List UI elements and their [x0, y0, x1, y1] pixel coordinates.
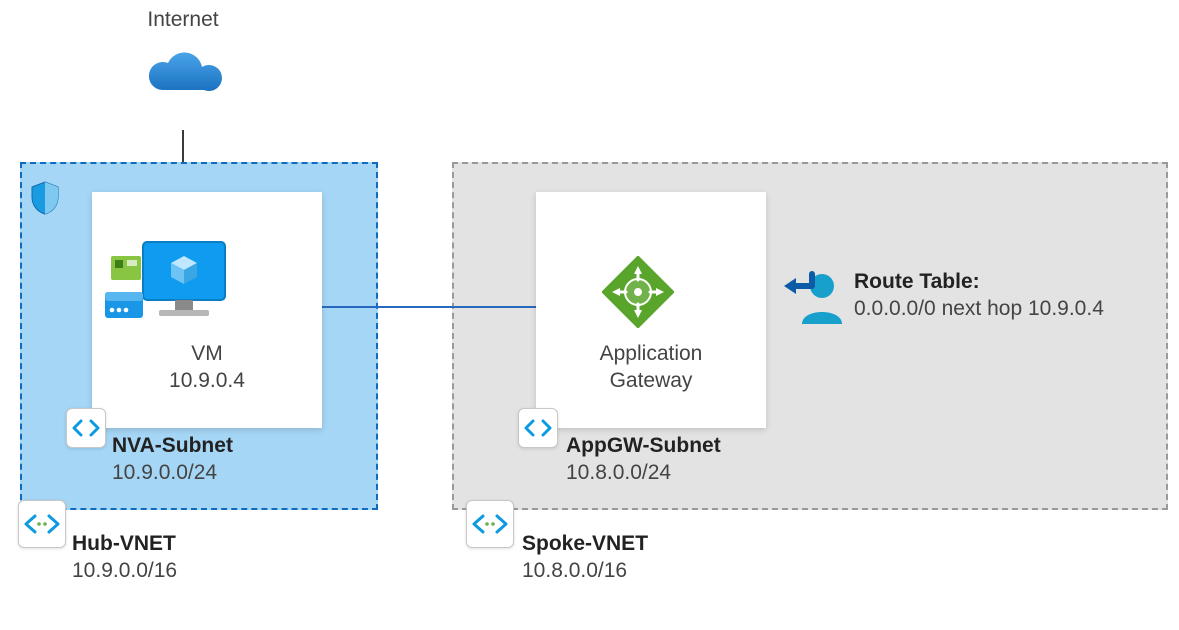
shield-icon: [30, 180, 60, 216]
route-table-title: Route Table:: [854, 268, 1104, 295]
hub-vnet-label: Hub-VNET 10.9.0.0/16: [72, 530, 177, 585]
spoke-vnet-cidr: 10.8.0.0/16: [522, 557, 648, 584]
route-table-icon: [782, 268, 844, 326]
appgw-label: Application Gateway: [556, 340, 746, 395]
spoke-vnet-label: Spoke-VNET 10.8.0.0/16: [522, 530, 648, 585]
application-gateway-icon: [602, 256, 674, 328]
nva-subnet-name: NVA-Subnet: [112, 432, 233, 459]
appgw-subnet-name: AppGW-Subnet: [566, 432, 721, 459]
vm-ip: 10.9.0.4: [112, 367, 302, 394]
hub-vnet-name: Hub-VNET: [72, 530, 177, 557]
spoke-vnet-name: Spoke-VNET: [522, 530, 648, 557]
route-table-label: Route Table: 0.0.0.0/0 next hop 10.9.0.4: [854, 268, 1104, 323]
internet-text: Internet: [147, 8, 218, 31]
vm-label: VM 10.9.0.4: [112, 340, 302, 395]
hub-vnet-cidr: 10.9.0.0/16: [72, 557, 177, 584]
route-table-entry: 0.0.0.0/0 next hop 10.9.0.4: [854, 295, 1104, 322]
vnet-badge-icon: [18, 500, 66, 548]
vm-name: VM: [112, 340, 302, 367]
subnet-badge-icon: [66, 408, 106, 448]
appgw-line2: Gateway: [556, 367, 746, 394]
appgw-line1: Application: [556, 340, 746, 367]
nva-subnet-cidr: 10.9.0.0/24: [112, 459, 233, 486]
subnet-badge-icon: [518, 408, 558, 448]
vnet-badge-icon: [466, 500, 514, 548]
cloud-icon: [140, 48, 226, 104]
nva-subnet-label: NVA-Subnet 10.9.0.0/24: [112, 432, 233, 487]
appgw-subnet-cidr: 10.8.0.0/24: [566, 459, 721, 486]
appgw-subnet-label: AppGW-Subnet 10.8.0.0/24: [566, 432, 721, 487]
vm-icon: [105, 232, 235, 342]
internet-label: Internet: [108, 6, 258, 33]
